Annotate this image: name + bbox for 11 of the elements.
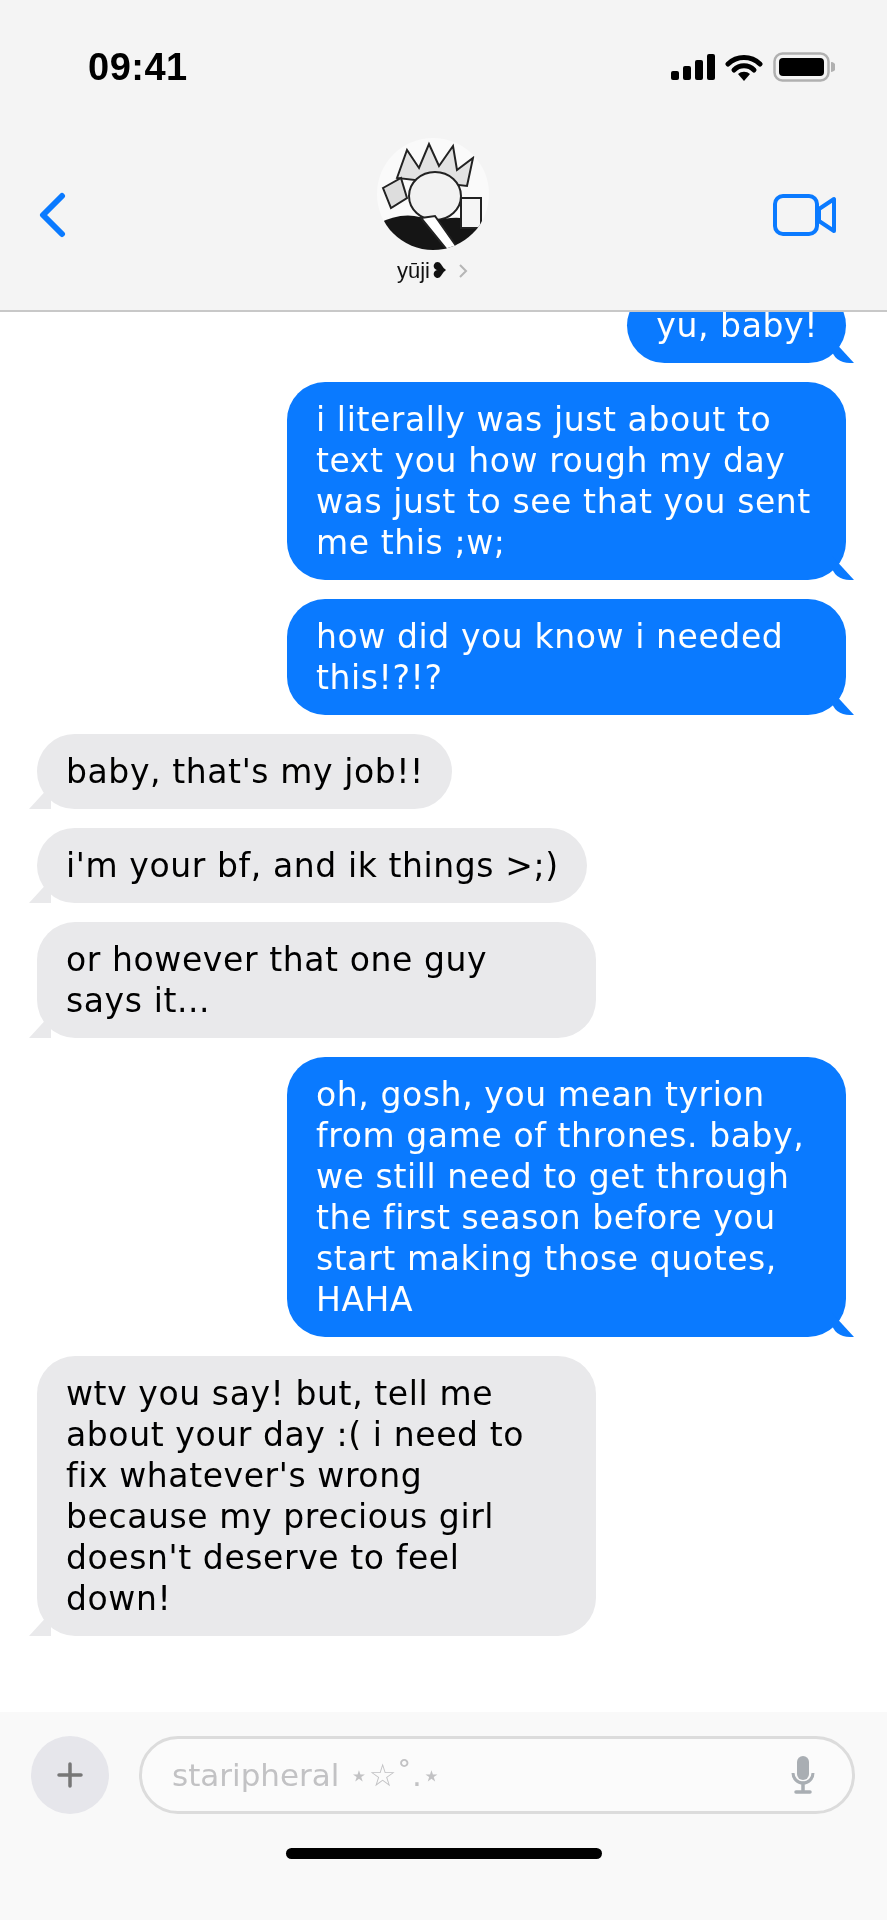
contact-name[interactable]: yūji❥	[397, 258, 448, 284]
video-camera-icon[interactable]	[773, 194, 837, 236]
wifi-icon	[725, 53, 763, 81]
back-icon[interactable]	[38, 192, 66, 238]
microphone-icon[interactable]	[790, 1755, 816, 1795]
status-time: 09:41	[88, 45, 188, 89]
message-input-field[interactable]: staripheral ⋆☆˚.⋆	[139, 1736, 855, 1814]
signal-icon	[671, 54, 715, 80]
plus-icon	[57, 1762, 83, 1788]
battery-icon	[773, 52, 835, 82]
chevron-right-icon[interactable]	[458, 263, 468, 279]
